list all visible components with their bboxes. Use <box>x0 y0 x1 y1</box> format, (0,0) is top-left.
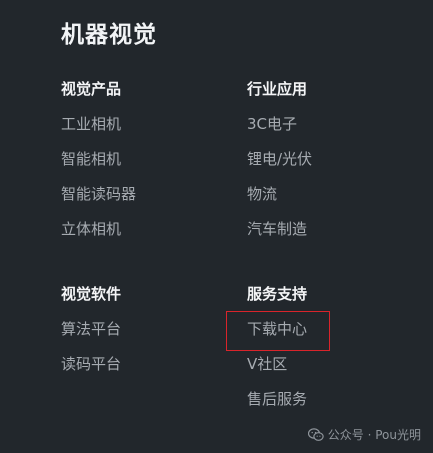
menu-item-v-community[interactable]: V社区 <box>247 354 287 374</box>
menu-item-logistics[interactable]: 物流 <box>247 184 277 204</box>
vision-products-heading: 视觉产品 <box>61 80 122 98</box>
page-title: 机器视觉 <box>61 22 157 48</box>
menu-item-stereo-camera[interactable]: 立体相机 <box>61 219 121 239</box>
download-center-highlight <box>226 311 330 351</box>
menu-item-smart-camera[interactable]: 智能相机 <box>61 149 121 169</box>
watermark: 公众号 · Pou光明 <box>307 427 421 443</box>
menu-item-industrial-camera[interactable]: 工业相机 <box>61 114 121 134</box>
menu-item-after-sales[interactable]: 售后服务 <box>247 389 307 409</box>
watermark-text: 公众号 · Pou光明 <box>327 428 421 442</box>
vision-software-heading: 视觉软件 <box>61 285 122 303</box>
menu-item-algorithm-platform[interactable]: 算法平台 <box>61 319 121 339</box>
wechat-icon <box>307 428 324 442</box>
menu-item-automotive[interactable]: 汽车制造 <box>247 219 307 239</box>
menu-item-code-reading-platform[interactable]: 读码平台 <box>61 354 121 374</box>
menu-item-lithium-pv[interactable]: 锂电/光伏 <box>247 149 312 169</box>
menu-item-3c-electronics[interactable]: 3C电子 <box>247 114 297 134</box>
menu-item-smart-code-reader[interactable]: 智能读码器 <box>61 184 136 204</box>
service-support-heading: 服务支持 <box>247 285 308 303</box>
industry-apps-heading: 行业应用 <box>247 80 308 98</box>
